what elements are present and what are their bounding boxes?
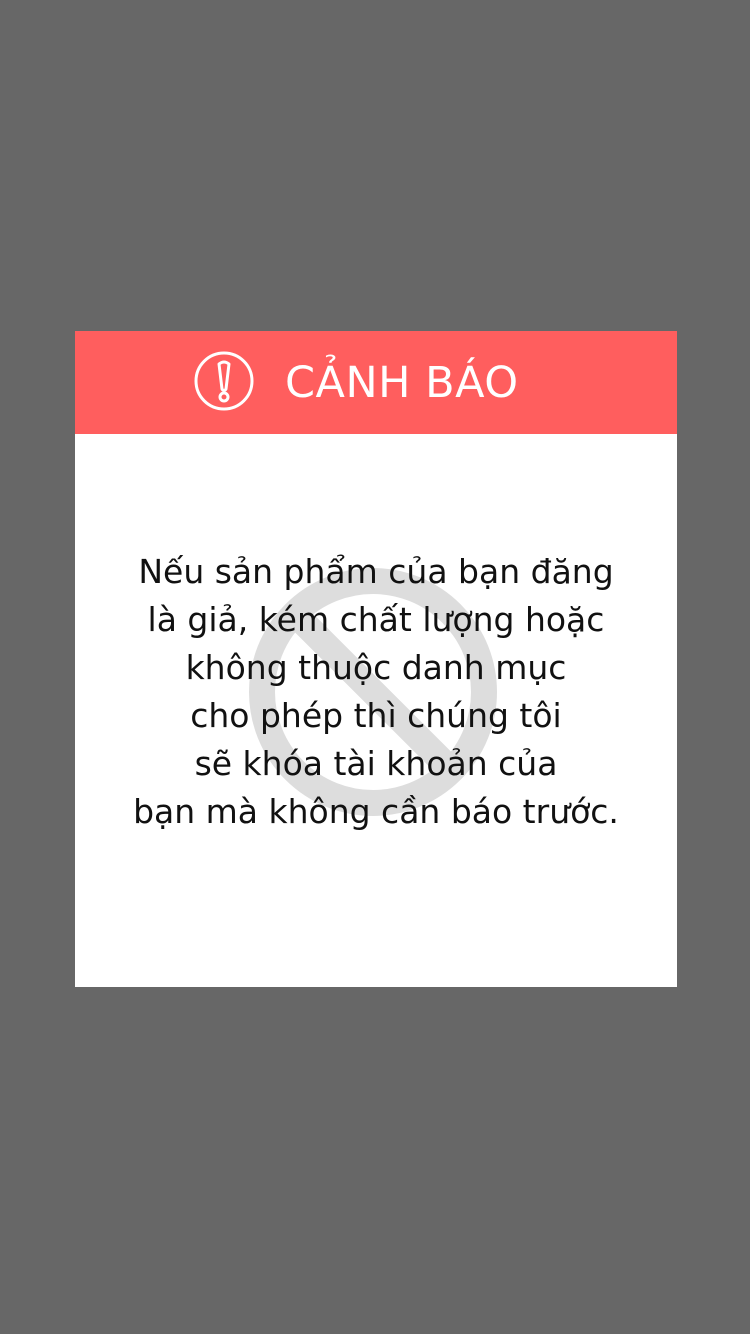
warning-dialog: CẢNH BÁO Nếu sản phẩm của bạn đăng là gi… (75, 331, 677, 987)
warning-message-line: cho phép thì chúng tôi (190, 696, 562, 735)
dialog-header: CẢNH BÁO (75, 331, 677, 434)
warning-message-line: không thuộc danh mục (185, 648, 567, 687)
exclamation-circle-icon (192, 349, 256, 413)
dialog-body: Nếu sản phẩm của bạn đăng là giả, kém ch… (75, 434, 677, 987)
warning-message-line: là giả, kém chất lượng hoặc (147, 600, 605, 639)
warning-message-line: bạn mà không cần báo trước. (133, 792, 619, 831)
warning-message-line: sẽ khóa tài khoản của (194, 744, 558, 783)
warning-message-line: Nếu sản phẩm của bạn đăng (138, 552, 614, 591)
warning-message: Nếu sản phẩm của bạn đăng là giả, kém ch… (75, 548, 677, 836)
dialog-title: CẢNH BÁO (285, 358, 519, 408)
